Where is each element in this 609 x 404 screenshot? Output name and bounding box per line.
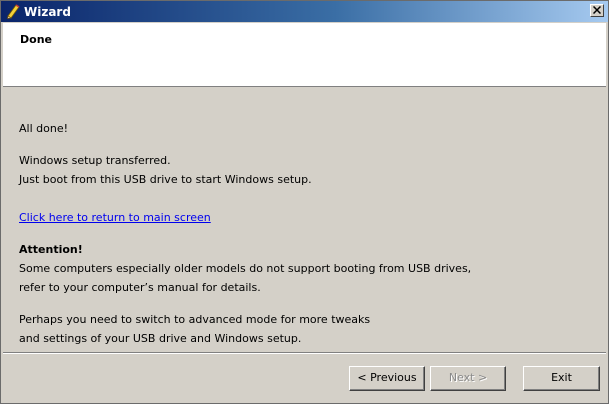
- attention-heading: Attention!: [19, 243, 83, 256]
- return-to-main-link[interactable]: Click here to return to main screen: [19, 211, 211, 224]
- exit-button[interactable]: Exit: [523, 366, 600, 391]
- previous-button[interactable]: < Previous: [349, 366, 425, 391]
- close-button[interactable]: [590, 4, 604, 17]
- advanced-line-1: Perhaps you need to switch to advanced m…: [19, 313, 371, 326]
- close-icon: [593, 6, 601, 14]
- attention-line-2: refer to your computer’s manual for deta…: [19, 281, 261, 294]
- attention-line-1: Some computers especially older models d…: [19, 262, 472, 275]
- wizard-content: All done! Windows setup transferred. Jus…: [19, 119, 579, 348]
- window-title: Wizard: [24, 5, 71, 19]
- footer-separator: [3, 352, 606, 354]
- setup-transferred-text: Windows setup transferred.: [19, 154, 171, 167]
- wizard-window: Wizard Done All done! Windows setup tran…: [0, 0, 609, 404]
- boot-instruction-text: Just boot from this USB drive to start W…: [19, 173, 312, 186]
- advanced-line-2: and settings of your USB drive and Windo…: [19, 332, 302, 345]
- all-done-text: All done!: [19, 122, 68, 135]
- pencil-icon: [5, 3, 21, 19]
- wizard-header: Done: [3, 23, 606, 87]
- title-bar[interactable]: Wizard: [1, 1, 608, 22]
- page-title: Done: [20, 33, 52, 46]
- next-button[interactable]: Next >: [430, 366, 506, 391]
